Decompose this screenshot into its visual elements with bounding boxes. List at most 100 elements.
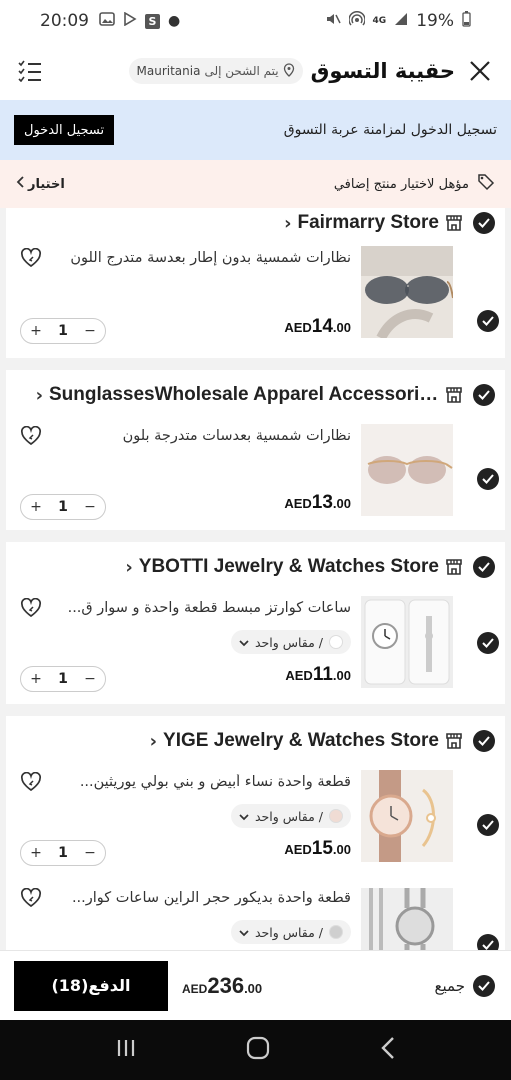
store-header[interactable]: Fairmarry Store ‹ <box>6 208 505 238</box>
promo-text: مؤهل لاختيار منتج إضافي <box>333 176 469 192</box>
cart-list[interactable]: Fairmarry Store ‹ نظارات شمسية بدون إطار… <box>0 208 511 950</box>
quantity-value[interactable]: 1 <box>58 671 68 687</box>
variant-selector[interactable]: / مقاس واحد <box>230 920 351 944</box>
store-icon <box>445 214 463 232</box>
wishlist-heart-icon[interactable] <box>20 771 42 796</box>
price-currency: AED <box>284 496 312 511</box>
price-decimal: .00 <box>332 842 351 857</box>
quantity-value[interactable]: 1 <box>58 499 68 515</box>
product-title[interactable]: قطعة واحدة بديكور حجر الراين ساعات كوار.… <box>61 890 351 906</box>
price-integer: 14 <box>311 316 333 337</box>
price-integer: 13 <box>311 492 333 513</box>
product-image[interactable] <box>361 888 453 950</box>
system-nav-bar <box>0 1020 511 1080</box>
quantity-value[interactable]: 1 <box>58 845 68 861</box>
price-integer: 15 <box>311 838 333 859</box>
color-swatch <box>329 809 343 823</box>
product-title[interactable]: نظارات شمسية بدون إطار بعدسة متدرج اللون <box>61 250 351 266</box>
wishlist-heart-icon[interactable] <box>20 425 42 450</box>
cart-item: ساعات كوارتز مبسط قطعة واحدة و سوار ق...… <box>6 592 505 704</box>
quantity-stepper: + 1 − <box>20 666 106 692</box>
store-checkbox[interactable] <box>473 556 495 578</box>
item-checkbox[interactable] <box>477 814 499 836</box>
checkout-bar: جميع AED236.00 الدفع(18) <box>0 950 511 1020</box>
store-card: YIGE Jewelry & Watches Store ‹ قطعة واحد… <box>6 716 505 950</box>
promo-choose-link[interactable]: اختيار <box>16 176 65 192</box>
price-decimal: .00 <box>332 496 351 511</box>
select-all[interactable]: جميع <box>434 974 495 997</box>
increase-button[interactable]: + <box>27 323 45 339</box>
store-name: SunglassesWholesale Apparel Accessories … <box>49 384 439 405</box>
signin-button[interactable]: تسجيل الدخول <box>14 115 115 145</box>
back-icon[interactable] <box>380 1036 396 1064</box>
price-decimal: .00 <box>332 668 351 683</box>
store-icon <box>445 386 463 404</box>
total-integer: 236 <box>207 972 245 998</box>
item-checkbox[interactable] <box>477 632 499 654</box>
increase-button[interactable]: + <box>27 499 45 515</box>
product-image[interactable] <box>361 596 453 688</box>
total-currency: AED <box>182 981 208 996</box>
select-all-checkbox[interactable] <box>473 974 495 997</box>
quantity-stepper: + 1 − <box>20 840 106 866</box>
cart-item: نظارات شمسية بعدسات متدرجة بلون AED13.00… <box>6 420 505 530</box>
product-image[interactable] <box>361 424 453 516</box>
app-s-icon: S <box>145 13 160 29</box>
home-icon[interactable] <box>246 1036 270 1064</box>
product-title[interactable]: قطعة واحدة نساء أبيض و بني بولي يوريثين.… <box>61 774 351 790</box>
close-icon[interactable] <box>465 56 495 86</box>
checklist-menu-icon[interactable] <box>16 57 44 85</box>
store-card: Fairmarry Store ‹ نظارات شمسية بدون إطار… <box>6 208 505 358</box>
product-image[interactable] <box>361 770 453 862</box>
ship-to-pill[interactable]: يتم الشحن إلى Mauritania <box>128 58 303 84</box>
chevron-left-icon: ‹ <box>284 212 292 234</box>
store-header[interactable]: SunglassesWholesale Apparel Accessories … <box>6 370 505 420</box>
promo-bar[interactable]: مؤهل لاختيار منتج إضافي اختيار <box>0 160 511 208</box>
variant-selector[interactable]: / مقاس واحد <box>230 630 351 654</box>
store-checkbox[interactable] <box>473 384 495 406</box>
ship-to-label: يتم الشحن إلى <box>204 64 279 78</box>
quantity-value[interactable]: 1 <box>58 323 68 339</box>
variant-selector[interactable]: / مقاس واحد <box>230 804 351 828</box>
store-header[interactable]: YIGE Jewelry & Watches Store ‹ <box>6 716 505 766</box>
ship-country: Mauritania <box>136 64 201 78</box>
play-icon <box>123 11 137 30</box>
item-checkbox[interactable] <box>477 934 499 950</box>
chevron-left-icon: ‹ <box>35 384 43 406</box>
product-price: AED13.00 <box>284 492 351 514</box>
checkout-button[interactable]: الدفع(18) <box>14 960 168 1011</box>
decrease-button[interactable]: − <box>81 499 99 515</box>
item-checkbox[interactable] <box>477 468 499 490</box>
decrease-button[interactable]: − <box>81 671 99 687</box>
store-checkbox[interactable] <box>473 730 495 752</box>
store-name: Fairmarry Store <box>297 212 439 233</box>
wishlist-heart-icon[interactable] <box>20 887 42 912</box>
recent-apps-icon[interactable] <box>115 1037 137 1063</box>
store-icon <box>445 732 463 750</box>
store-card: YBOTTI Jewelry & Watches Store ‹ ساعات ك… <box>6 542 505 704</box>
store-header[interactable]: YBOTTI Jewelry & Watches Store ‹ <box>6 542 505 592</box>
increase-button[interactable]: + <box>27 845 45 861</box>
signin-banner: تسجيل الدخول لمزامنة عربة التسوق تسجيل ا… <box>0 100 511 160</box>
store-card: SunglassesWholesale Apparel Accessories … <box>6 370 505 530</box>
product-title[interactable]: ساعات كوارتز مبسط قطعة واحدة و سوار ق... <box>61 600 351 616</box>
price-currency: AED <box>284 320 312 335</box>
decrease-button[interactable]: − <box>81 845 99 861</box>
product-title[interactable]: نظارات شمسية بعدسات متدرجة بلون <box>61 428 351 444</box>
app-header: حقيبة التسوق يتم الشحن إلى Mauritania <box>0 42 511 100</box>
chevron-down-icon <box>239 635 249 650</box>
item-checkbox[interactable] <box>477 310 499 332</box>
chevron-down-icon <box>239 925 249 940</box>
decrease-button[interactable]: − <box>81 323 99 339</box>
store-name: YBOTTI Jewelry & Watches Store <box>138 556 439 577</box>
color-swatch <box>329 925 343 939</box>
wishlist-heart-icon[interactable] <box>20 247 42 272</box>
increase-button[interactable]: + <box>27 671 45 687</box>
wishlist-heart-icon[interactable] <box>20 597 42 622</box>
select-all-label: جميع <box>434 976 465 995</box>
tag-icon <box>477 173 495 195</box>
store-checkbox[interactable] <box>473 212 495 234</box>
battery-text: 19% <box>416 11 454 31</box>
chevron-down-icon <box>239 809 249 824</box>
product-image[interactable] <box>361 246 453 338</box>
